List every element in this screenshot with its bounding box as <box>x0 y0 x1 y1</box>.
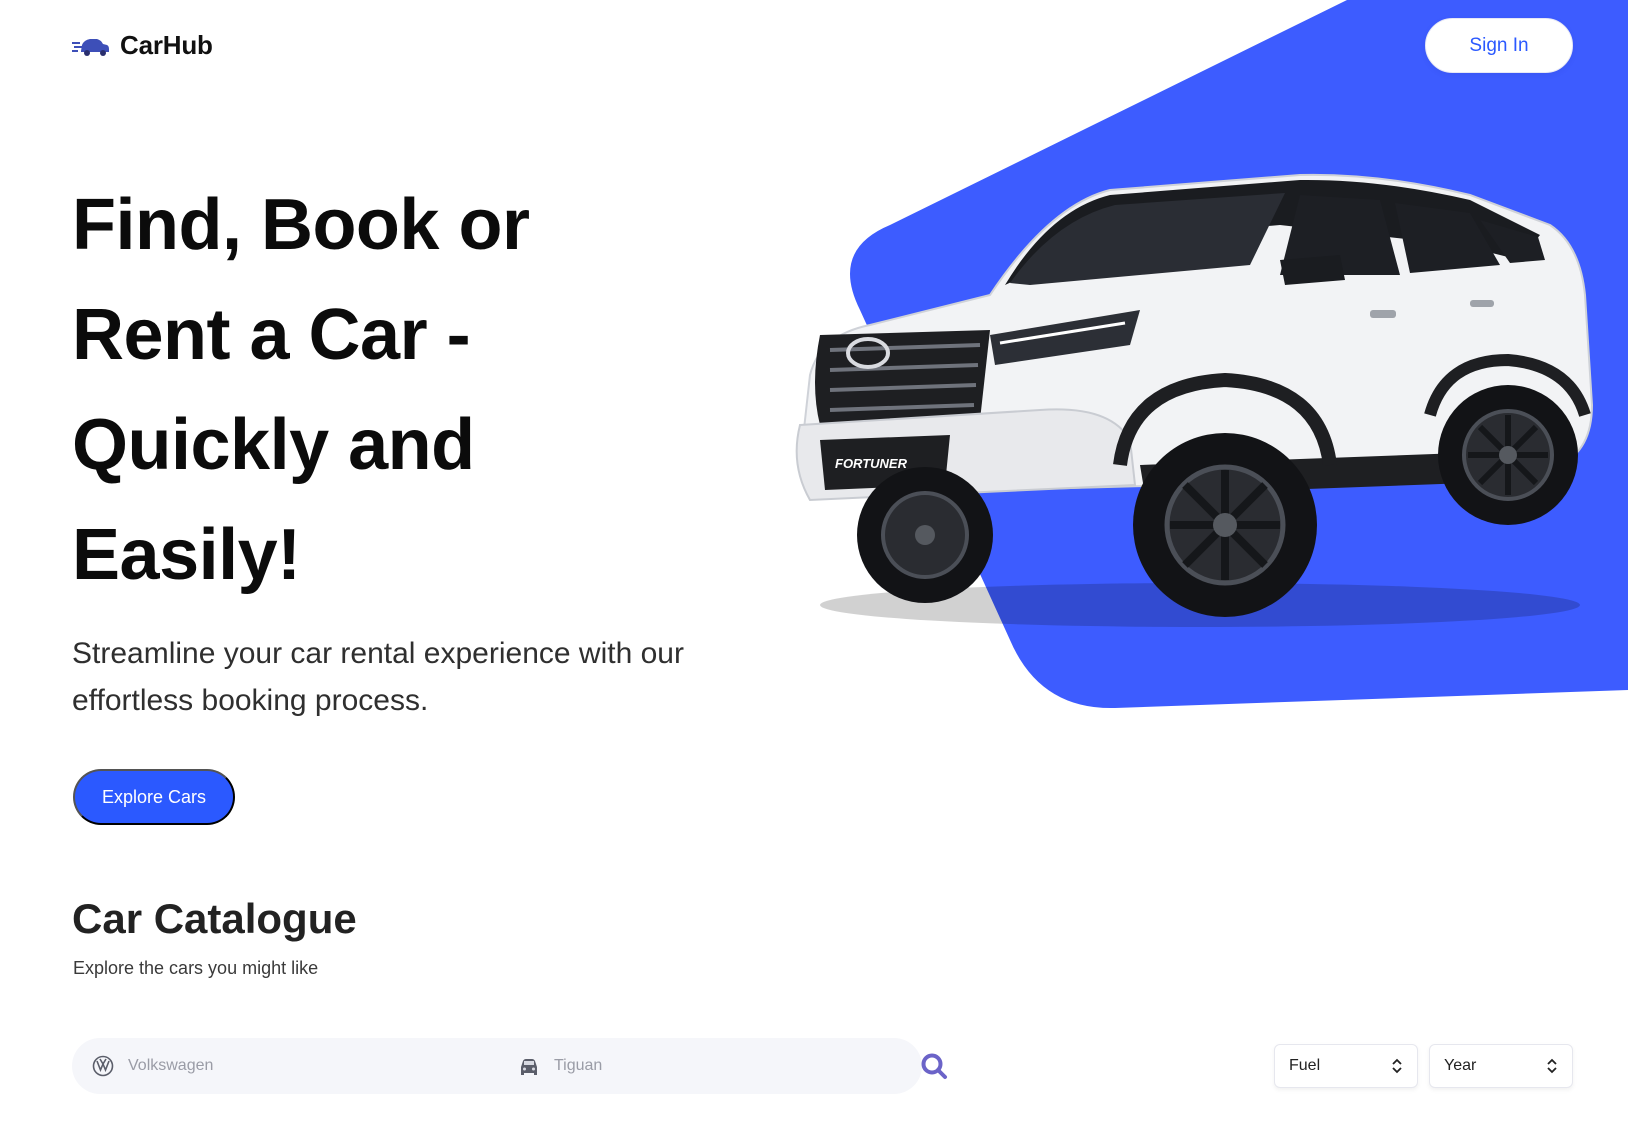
volkswagen-logo-icon <box>92 1055 114 1077</box>
svg-text:FORTUNER: FORTUNER <box>835 456 908 471</box>
catalogue-title: Car Catalogue <box>72 895 357 942</box>
brand-name: CarHub <box>120 30 213 60</box>
year-filter-select[interactable]: Year <box>1429 1044 1573 1088</box>
hero-headline: Find, Book or Rent a Car - Quickly and E… <box>72 185 530 595</box>
manufacturer-input[interactable] <box>128 1057 428 1075</box>
sign-in-button[interactable]: Sign In <box>1425 18 1573 73</box>
updown-chevron-icon <box>1547 1058 1557 1074</box>
explore-cars-button[interactable]: Explore Cars <box>73 769 235 825</box>
year-filter-label: Year <box>1444 1057 1477 1074</box>
navbar: CarHub Sign In <box>0 0 1628 92</box>
search-bar <box>72 1038 922 1094</box>
car-logo-icon <box>72 38 109 56</box>
brand-logo[interactable]: CarHub <box>72 30 213 61</box>
manufacturer-field <box>92 1038 492 1094</box>
fuel-filter-select[interactable]: Fuel <box>1274 1044 1418 1088</box>
model-input[interactable] <box>554 1057 854 1075</box>
model-field <box>518 1038 878 1094</box>
hero-subtitle: Streamline your car rental experience wi… <box>72 637 684 717</box>
white-suv-image: FORTUNER <box>795 173 1594 627</box>
catalogue-subtitle: Explore the cars you might like <box>73 958 319 978</box>
fuel-filter-label: Fuel <box>1289 1057 1321 1074</box>
page: CarHub Sign In Find, Book or Rent a Car … <box>0 0 1628 1126</box>
magnifier-icon[interactable] <box>920 1052 948 1080</box>
car-front-icon <box>521 1059 537 1075</box>
updown-chevron-icon <box>1392 1058 1402 1074</box>
